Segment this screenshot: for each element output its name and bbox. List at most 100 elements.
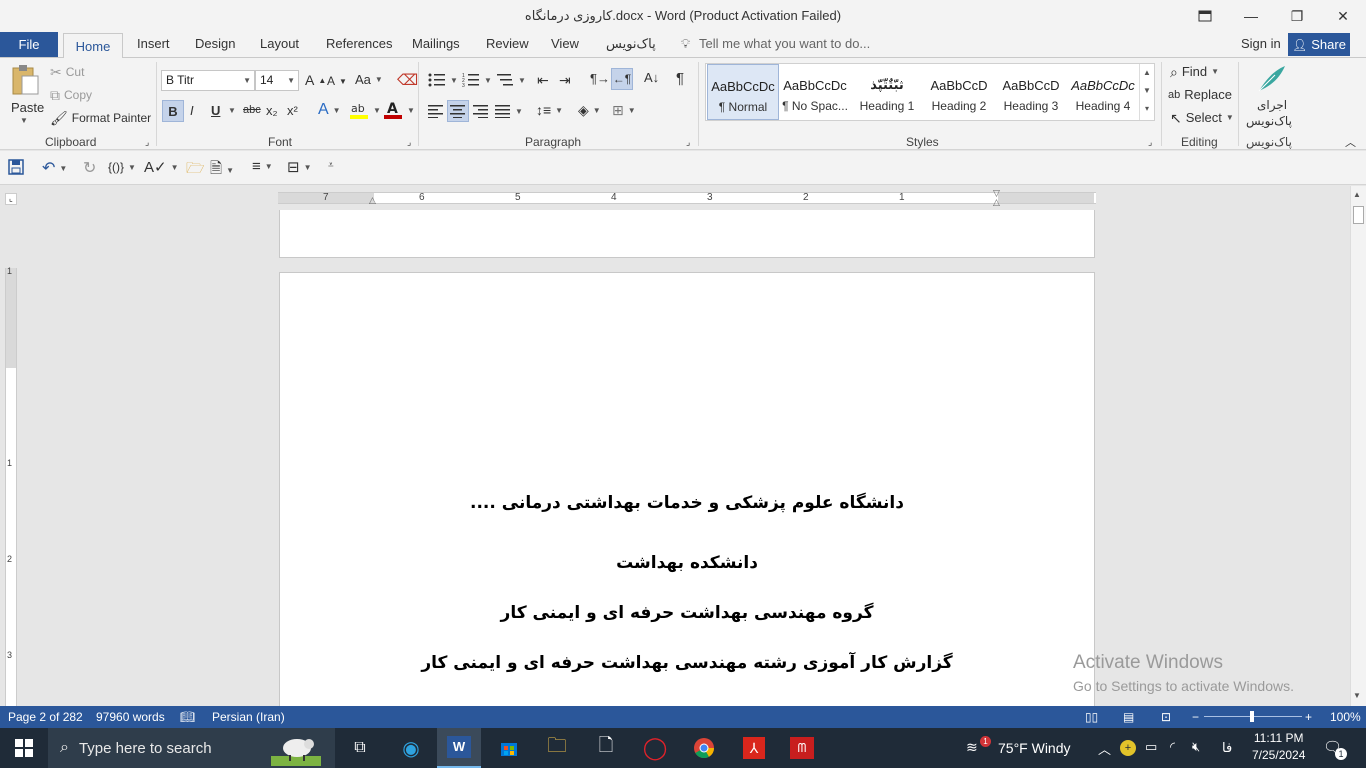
save-icon[interactable] bbox=[8, 159, 24, 175]
change-case-button[interactable]: Aa ▼ bbox=[355, 72, 383, 87]
zoom-in-icon[interactable]: + bbox=[1305, 710, 1312, 724]
italic-button[interactable]: I bbox=[190, 103, 194, 118]
web-layout-icon[interactable]: ⊡ bbox=[1161, 710, 1171, 724]
select-button[interactable]: ↖ Select ▼ bbox=[1170, 110, 1234, 125]
tab-insert[interactable]: Insert bbox=[137, 36, 170, 51]
tab-references[interactable]: References bbox=[326, 36, 392, 51]
wifi-icon[interactable]: ◜ bbox=[1170, 739, 1175, 755]
feather-icon[interactable] bbox=[1255, 63, 1287, 95]
multilevel-list-icon[interactable]: ▼ bbox=[496, 72, 526, 88]
tab-layout[interactable]: Layout bbox=[260, 36, 299, 51]
word-count[interactable]: 97960 words bbox=[96, 710, 165, 724]
superscript-button[interactable]: x² bbox=[287, 103, 298, 118]
ltr-direction-icon[interactable]: ¶→ bbox=[590, 71, 610, 86]
file-explorer-icon[interactable]: 🗀︎ bbox=[543, 734, 571, 762]
sort-icon[interactable]: A↓ bbox=[644, 70, 659, 85]
paknevis-run-label-2[interactable]: پاک‌نویس bbox=[1246, 114, 1292, 128]
proofing-icon[interactable]: 📖︎ bbox=[180, 710, 195, 724]
tab-file[interactable]: File bbox=[0, 32, 58, 57]
scroll-thumb[interactable] bbox=[1353, 206, 1364, 224]
customize-qat-icon[interactable]: ⩡ bbox=[328, 160, 334, 171]
text-effects-icon[interactable]: A ▼ bbox=[318, 101, 341, 119]
decrease-indent-icon[interactable]: ⇤ bbox=[537, 72, 549, 89]
styles-scroll[interactable]: ▲ ▼ ▾ bbox=[1139, 64, 1154, 120]
taskbar-search[interactable]: ⌕ Type here to search bbox=[48, 728, 335, 768]
list-icon[interactable]: ≡ ▼ bbox=[252, 158, 273, 175]
tab-review[interactable]: Review bbox=[486, 36, 529, 51]
volume-icon[interactable]: 🔇︎ bbox=[1192, 739, 1200, 755]
weather-icon[interactable]: ≋ bbox=[966, 739, 978, 756]
document-line[interactable]: گروه مهندسی بهداشت حرفه ای و ایمنی کار bbox=[280, 603, 1094, 623]
replace-button[interactable]: ab Replace bbox=[1168, 87, 1232, 102]
underline-dropdown[interactable]: ▼ bbox=[228, 106, 236, 115]
acrobat-icon[interactable]: ⅄ bbox=[740, 734, 768, 762]
shading-icon[interactable]: ◈ ▼ bbox=[578, 102, 601, 119]
zoom-slider-thumb[interactable] bbox=[1250, 711, 1254, 722]
clipboard-icon[interactable] bbox=[10, 64, 42, 96]
undo-icon[interactable]: ↶ ▼ bbox=[42, 158, 67, 178]
bold-button[interactable]: B bbox=[162, 100, 184, 122]
windows-start-icon[interactable] bbox=[10, 734, 38, 762]
bullets-icon[interactable]: ▼ bbox=[428, 72, 458, 88]
align-center-icon[interactable] bbox=[447, 100, 469, 122]
strikethrough-button[interactable]: abc bbox=[243, 104, 261, 116]
minimize-button[interactable]: — bbox=[1228, 0, 1274, 32]
document-line[interactable]: گزارش کار آموزی رشته مهندسی بهداشت حرفه … bbox=[280, 653, 1094, 673]
tab-view[interactable]: View bbox=[551, 36, 579, 51]
vertical-scrollbar[interactable]: ▲ ▼ bbox=[1350, 186, 1366, 706]
document-page[interactable]: دانشگاه علوم پزشکی و خدمات بهداشتی درمان… bbox=[279, 272, 1095, 706]
borders-icon[interactable]: ⊞ ▼ bbox=[612, 102, 636, 119]
align-right-icon[interactable] bbox=[473, 104, 489, 118]
opera-icon[interactable]: ◯ bbox=[641, 734, 669, 762]
sign-in-link[interactable]: Sign in bbox=[1241, 36, 1281, 51]
increase-indent-icon[interactable]: ⇥ bbox=[559, 72, 571, 89]
style-heading-4[interactable]: AaBbCcDc Heading 4 bbox=[1067, 64, 1139, 120]
numbering-icon[interactable]: 1 2 3 ▼ bbox=[462, 72, 492, 88]
language-status[interactable]: Persian (Iran) bbox=[212, 710, 285, 724]
redo-icon[interactable]: ↻ bbox=[83, 158, 96, 178]
clipboard-launcher-icon[interactable]: ⌟ bbox=[145, 137, 149, 148]
clock[interactable]: 11:11 PM 7/25/2024 bbox=[1252, 731, 1305, 762]
task-view-icon[interactable]: ⧉ bbox=[346, 734, 374, 762]
style-heading-3[interactable]: AaBbCcD Heading 3 bbox=[995, 64, 1067, 120]
font-size-box[interactable]: 14 ▼ bbox=[255, 70, 299, 91]
chrome-icon[interactable] bbox=[690, 734, 718, 762]
tab-paknevis[interactable]: پاک‌نویس bbox=[606, 36, 656, 52]
font-launcher-icon[interactable]: ⌟ bbox=[407, 137, 411, 148]
style-no-spacing[interactable]: AaBbCcDc ¶ No Spac... bbox=[779, 64, 851, 120]
share-button[interactable]: 👤︎ Share bbox=[1288, 33, 1350, 56]
paste-button[interactable]: Paste bbox=[11, 100, 44, 115]
highlight-icon[interactable]: ab ▼ bbox=[349, 100, 381, 120]
edge-icon[interactable]: ◉ bbox=[397, 734, 425, 762]
close-button[interactable]: ✕ bbox=[1320, 0, 1366, 32]
format-painter-button[interactable]: 🖌︎ Format Painter bbox=[50, 111, 151, 125]
spelling-icon[interactable]: A✓ ▼ bbox=[144, 158, 179, 176]
rtl-direction-icon[interactable]: ←¶ bbox=[611, 68, 633, 90]
zoom-level[interactable]: 100% bbox=[1330, 710, 1361, 724]
subscript-button[interactable]: x₂ bbox=[266, 103, 278, 118]
read-mode-icon[interactable]: ▯▯ bbox=[1085, 710, 1098, 724]
justify-icon[interactable]: ▼ bbox=[495, 104, 523, 118]
weather-text[interactable]: 75°F Windy bbox=[998, 740, 1071, 756]
horizontal-ruler[interactable]: 7 6 5 4 3 2 1 △ ▽ △ bbox=[278, 189, 1096, 207]
style-heading-2[interactable]: AaBbCcD Heading 2 bbox=[923, 64, 995, 120]
ribbon-display-icon[interactable] bbox=[1182, 0, 1228, 32]
collapse-ribbon-icon[interactable]: ︿ bbox=[1345, 134, 1356, 150]
show-marks-button[interactable]: ¶ bbox=[676, 70, 684, 87]
print-layout-icon[interactable]: ▤ bbox=[1123, 710, 1134, 724]
document-line[interactable]: دانشکده بهداشت bbox=[280, 553, 1094, 573]
scroll-down-icon[interactable]: ▼ bbox=[1353, 691, 1361, 700]
maximize-button[interactable]: ❐ bbox=[1274, 0, 1320, 32]
style-normal[interactable]: AaBbCcDc ¶ Normal bbox=[707, 64, 779, 120]
paragraph-launcher-icon[interactable]: ⌟ bbox=[686, 137, 690, 148]
word-taskbar-active[interactable]: W bbox=[437, 728, 481, 768]
paknevis-run-label[interactable]: اجرای bbox=[1257, 98, 1287, 112]
cut-button[interactable]: ✂ Cut bbox=[50, 65, 84, 79]
find-button[interactable]: ⌕ Find ▼ bbox=[1170, 64, 1219, 79]
tab-selector-icon[interactable]: ⌞ bbox=[5, 193, 17, 205]
input-language[interactable]: فا bbox=[1222, 740, 1232, 756]
equation-icon[interactable]: {()} ▼ bbox=[108, 160, 136, 174]
style-heading-1[interactable]: ثبّتٌتّپّذ Heading 1 bbox=[851, 64, 923, 120]
align-left-icon[interactable] bbox=[428, 104, 444, 118]
store-icon[interactable] bbox=[495, 734, 523, 762]
